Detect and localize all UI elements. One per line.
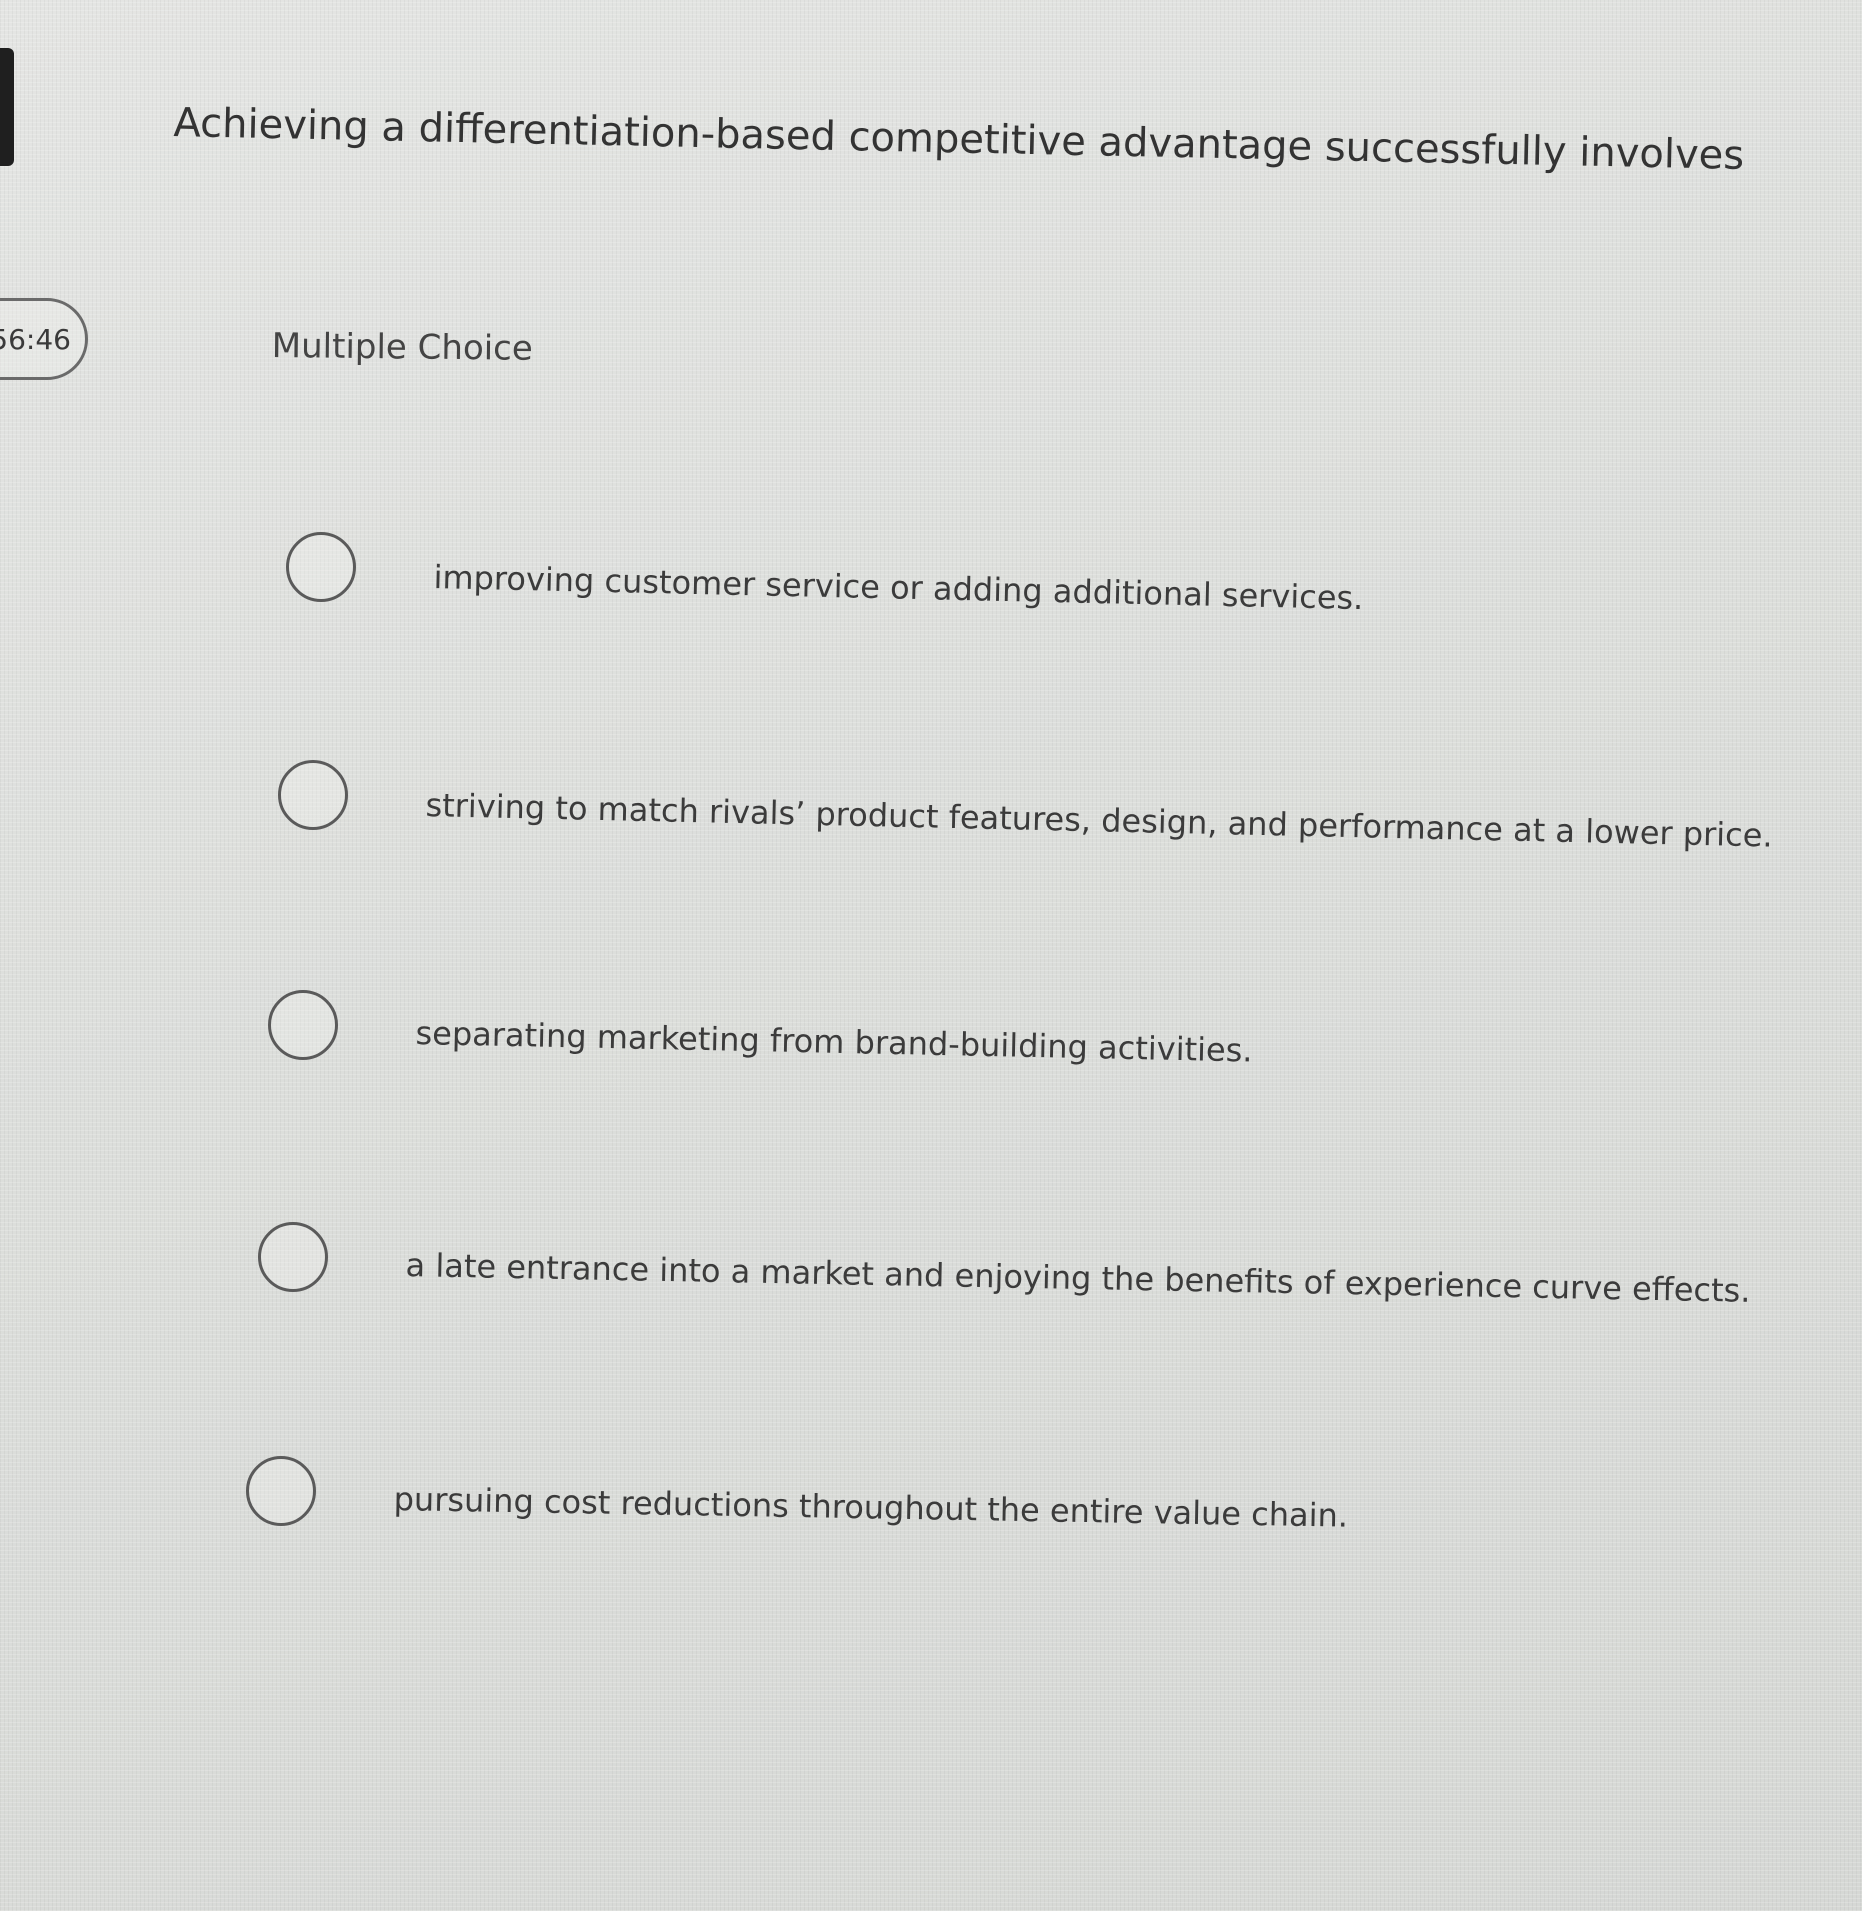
choice-4-radio[interactable] [258,1222,328,1292]
choice-1-radio[interactable] [286,532,356,602]
question-type-label: Multiple Choice [271,326,534,369]
choice-3-radio[interactable] [268,990,338,1060]
choice-5-radio[interactable] [246,1456,316,1526]
radio-circle-icon [258,1222,328,1292]
left-edge-bar [0,48,14,166]
choice-2-radio[interactable] [278,760,348,830]
timer-badge: 56:46 [0,298,88,380]
radio-circle-icon [278,760,348,830]
radio-circle-icon [286,532,356,602]
screen-surface [0,0,1862,1911]
radio-circle-icon [268,990,338,1060]
radio-circle-icon [246,1456,316,1526]
timer-value: 56:46 [0,322,71,356]
